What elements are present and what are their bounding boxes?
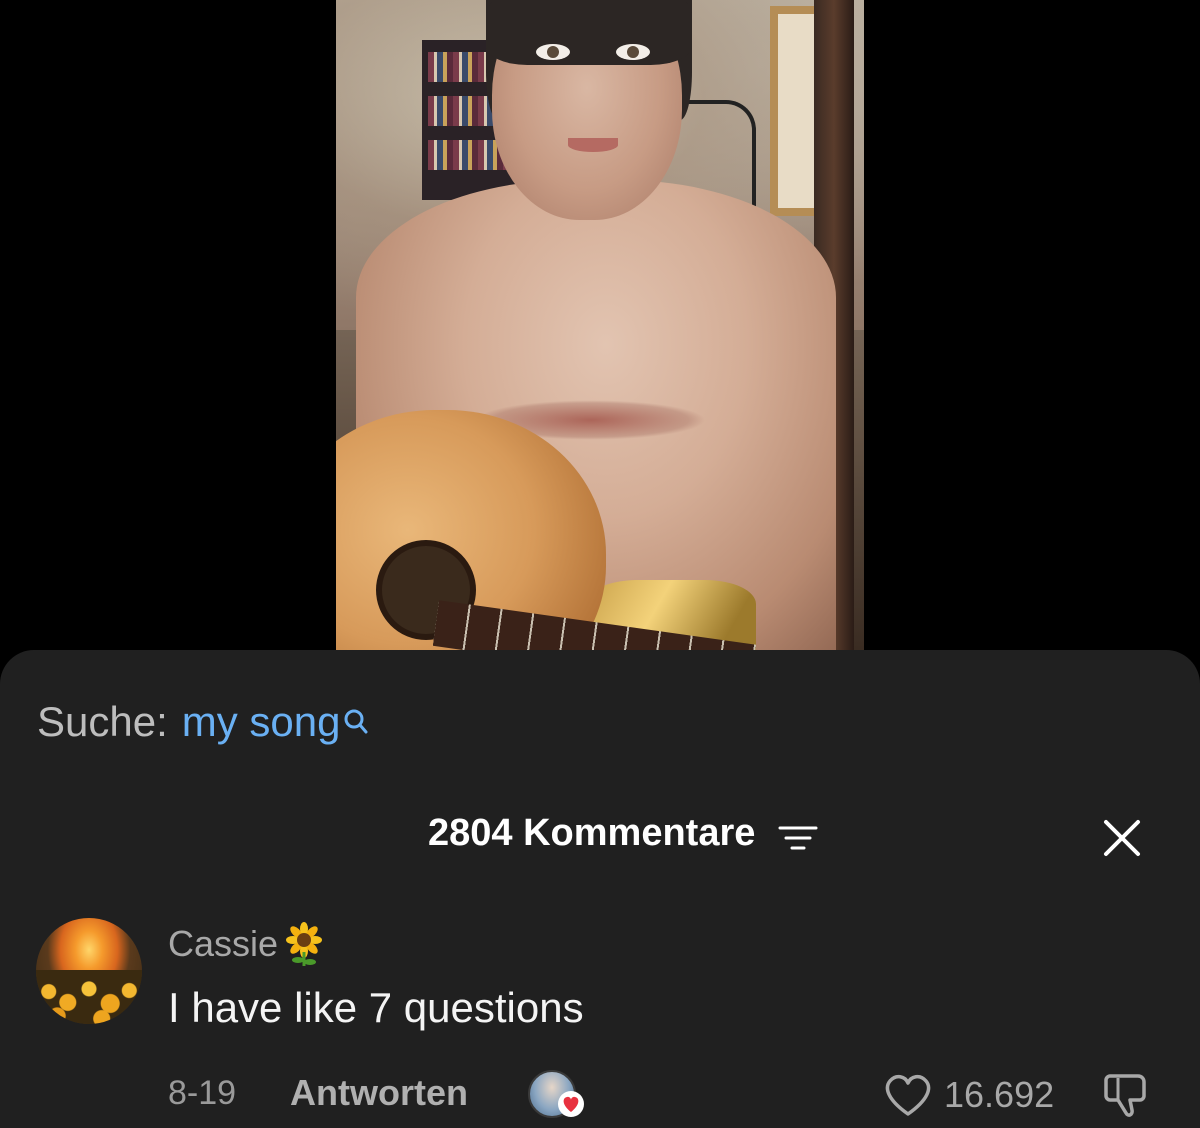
comments-header: 2804 Kommentare [0, 812, 1200, 860]
like-count: 16.692 [944, 1074, 1055, 1115]
comment-date: 8-19 [168, 1074, 237, 1112]
left-eye [536, 44, 570, 60]
search-term-link[interactable]: my song [182, 698, 341, 746]
comment-text: I have like 7 questions [168, 984, 584, 1031]
comment-meta: 8-19 Antworten 16.692 [0, 1070, 1200, 1120]
sort-icon[interactable] [778, 824, 818, 854]
close-icon[interactable] [1098, 814, 1146, 862]
video-frame[interactable] [336, 0, 864, 650]
search-prefix: Suche: [37, 698, 168, 745]
comments-sheet: Suche: my song 2804 Kommentare Cassie I … [0, 650, 1200, 1128]
thumbs-down-icon[interactable] [1100, 1070, 1156, 1120]
creator-liked-badge [528, 1070, 588, 1120]
comment-count: 2804 Kommentare [428, 812, 756, 854]
username-text: Cassie [168, 923, 279, 964]
reply-button[interactable]: Antworten [290, 1072, 468, 1114]
heart-badge-icon [556, 1090, 586, 1118]
sunflower-icon [284, 922, 324, 966]
heart-icon[interactable] [880, 1070, 936, 1120]
person-hair [486, 0, 692, 65]
mouth [568, 138, 618, 152]
avatar-sunflower-field [36, 970, 142, 1024]
avatar[interactable] [36, 918, 142, 1024]
right-eye [616, 44, 650, 60]
comment-item: Cassie I have like 7 questions 8-19 Antw… [0, 918, 1200, 1118]
video-player[interactable] [0, 0, 1200, 650]
search-suggestion[interactable]: Suche: my song [37, 698, 369, 748]
comment-username[interactable]: Cassie [168, 922, 324, 966]
search-icon[interactable] [343, 700, 369, 734]
